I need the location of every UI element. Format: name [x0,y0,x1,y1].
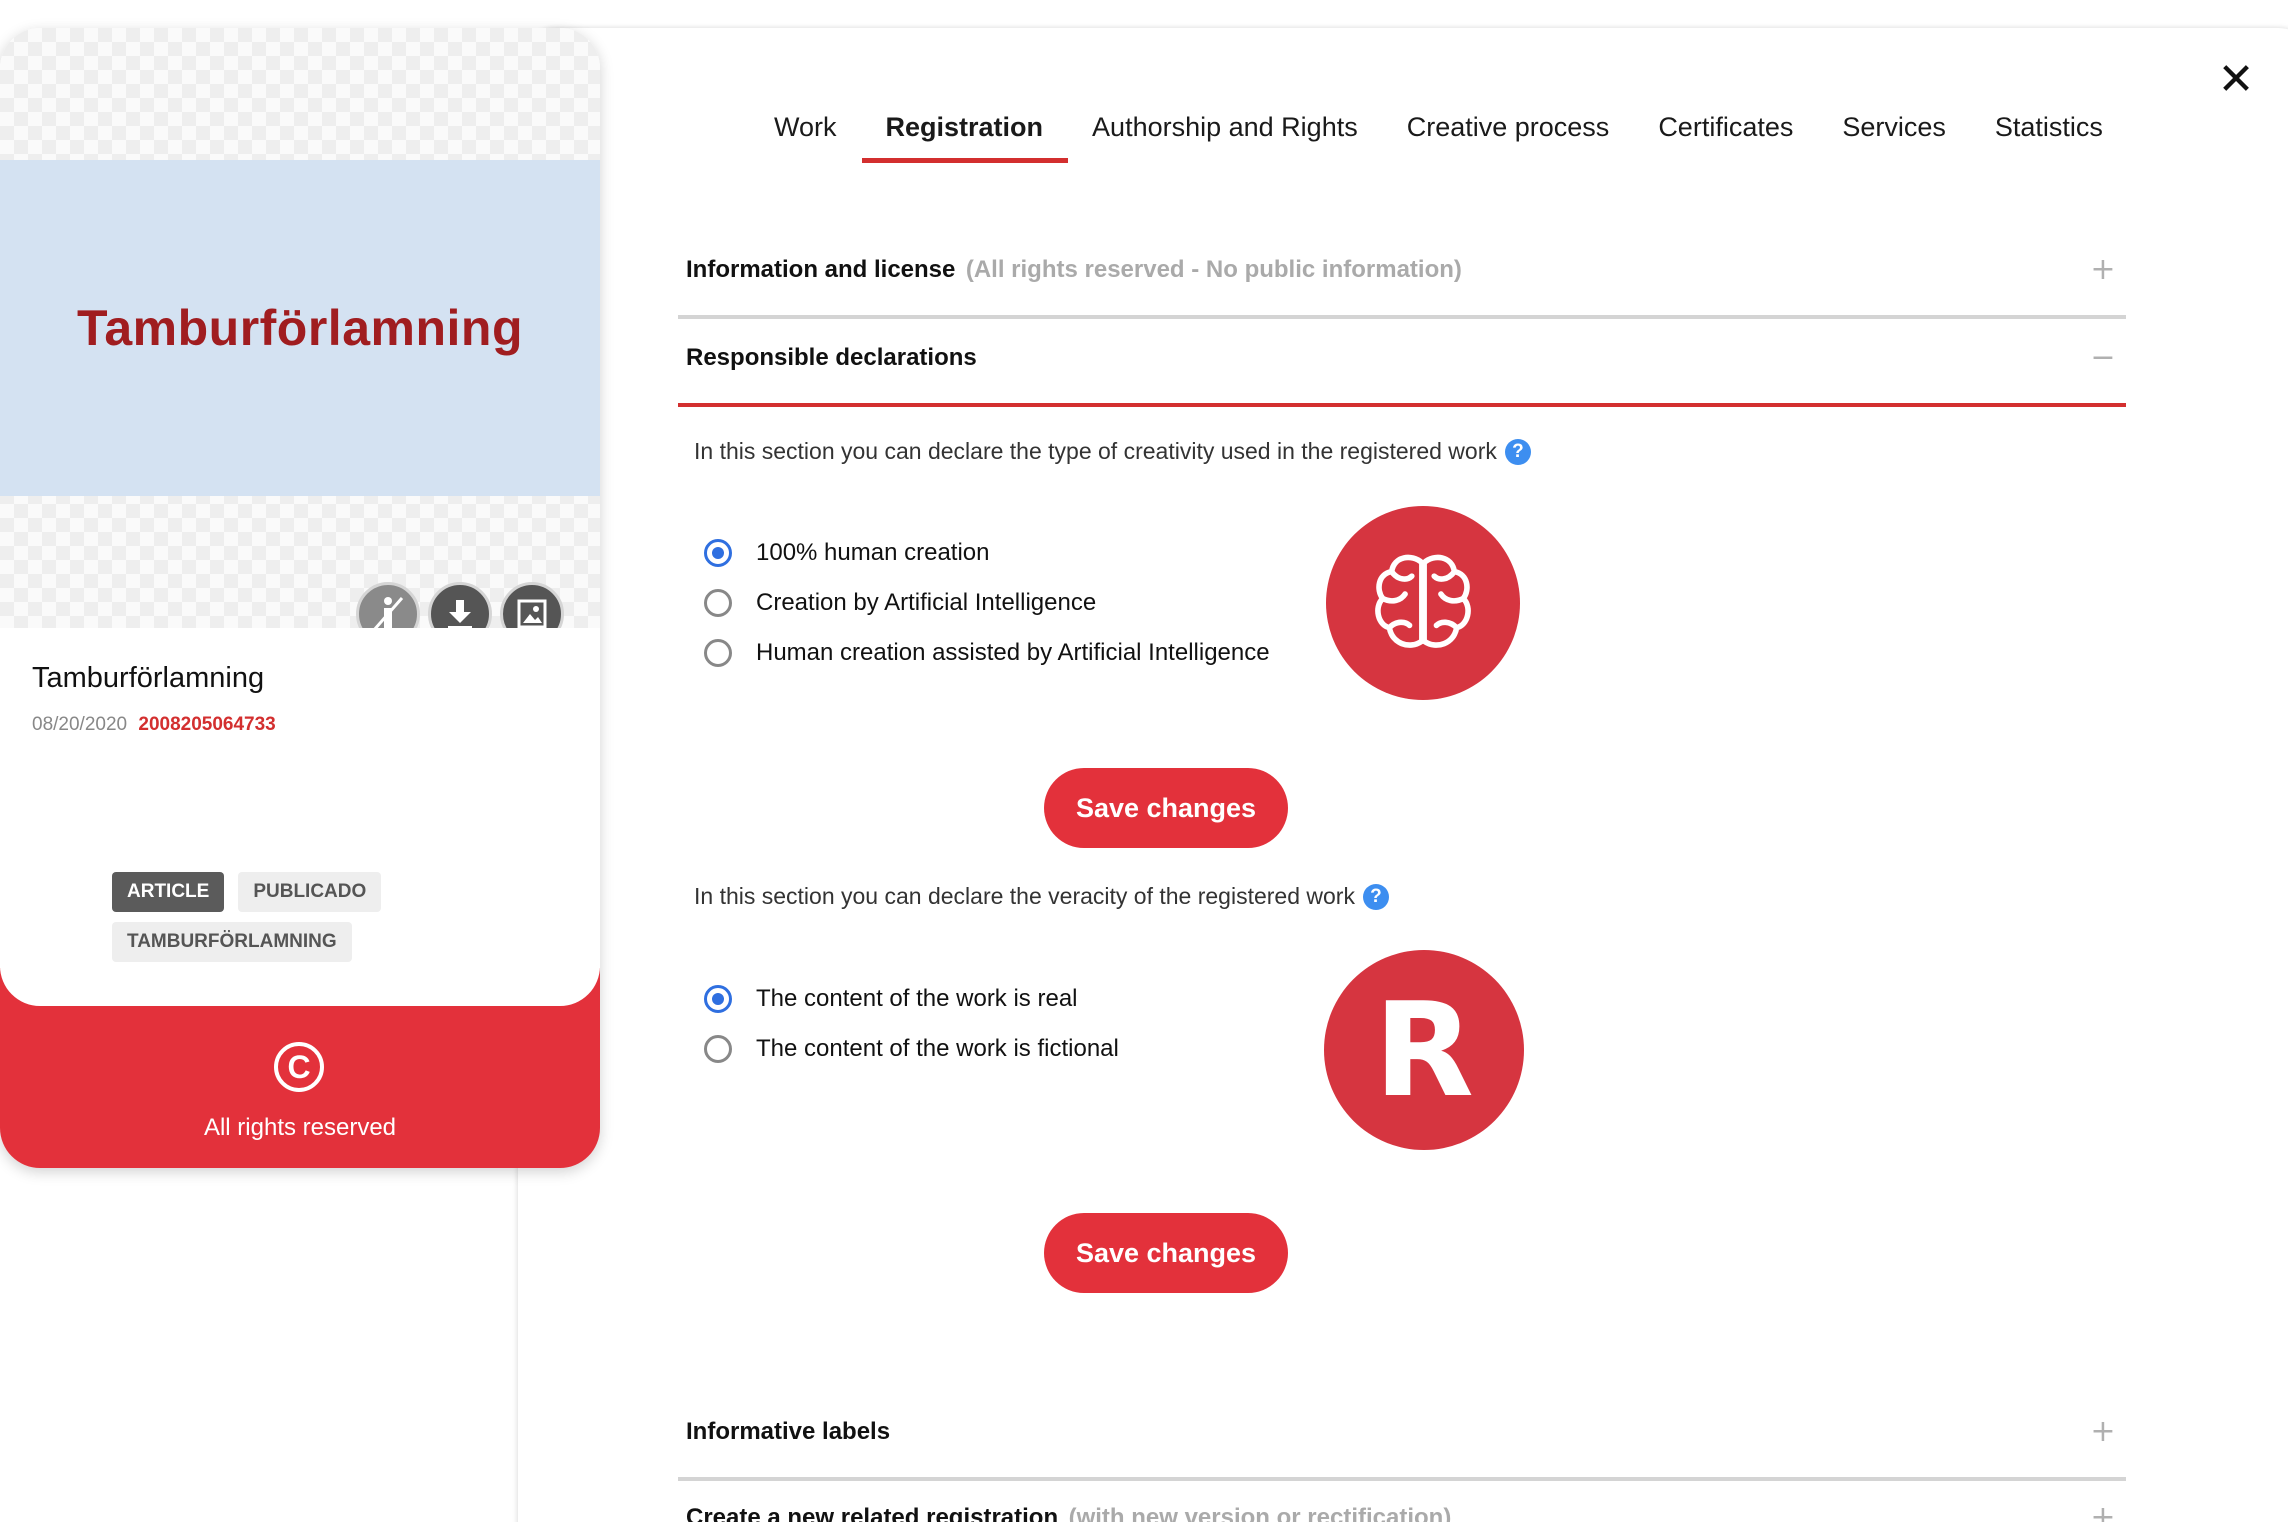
tab-statistics[interactable]: Statistics [1971,108,2128,161]
tab-authorship-and-rights[interactable]: Authorship and Rights [1068,108,1383,161]
radio-ai-creation[interactable]: Creation by Artificial Intelligence [704,578,1270,628]
brain-icon [1326,506,1520,700]
expand-icon[interactable]: + [2088,252,2118,287]
radio-button[interactable] [704,589,732,617]
work-date-line: 08/20/2020 2008205064733 [32,714,276,736]
veracity-intro-text: In this section you can declare the vera… [694,883,1355,909]
work-card-body: Tamburförlamning 08/20/2020 200820506473… [0,628,600,1006]
accordion-title: Responsible declarations [686,343,977,371]
accordion-subtitle: (All rights reserved - No public informa… [965,255,1462,283]
tab-registration[interactable]: Registration [861,108,1069,163]
tab-work[interactable]: Work [750,108,862,161]
creativity-radio-group: 100% human creation Creation by Artifici… [704,528,1270,678]
close-icon[interactable]: ✕ [2216,58,2256,102]
accordion-title: Create a new related registration [686,1503,1059,1522]
expand-icon[interactable]: + [2088,1414,2118,1449]
accordion-informative-labels: Informative labels + [678,1414,2126,1481]
veracity-letter: R [1373,974,1475,1126]
radio-label: Creation by Artificial Intelligence [756,589,1097,616]
work-card: Tamburförlamning Tamburförlamning 08/20/… [0,28,600,1168]
tag-list: ARTICLE PUBLICADO TAMBURFÖRLAMNING [112,872,412,962]
accordion-title: Information and license [686,255,956,283]
radio-label: Human creation assisted by Artificial In… [756,639,1270,666]
save-creativity-button[interactable]: Save changes [1044,768,1288,848]
tab-services[interactable]: Services [1818,108,1971,161]
tab-certificates[interactable]: Certificates [1634,108,1818,161]
radio-label: 100% human creation [756,539,990,566]
radio-human-creation[interactable]: 100% human creation [704,528,1270,578]
collapse-icon[interactable]: − [2088,340,2118,375]
accordion-related-registration: Create a new related registration (with … [678,1500,2126,1522]
tag-tamburforlamning[interactable]: TAMBURFÖRLAMNING [112,922,352,962]
save-veracity-button[interactable]: Save changes [1044,1213,1288,1293]
accordion-subtitle: (with new version or rectification) [1068,1503,1452,1522]
accordion-header-responsible[interactable]: Responsible declarations − [678,340,2126,375]
work-title: Tamburförlamning [32,662,265,694]
tab-bar: Work Registration Authorship and Rights … [750,108,2128,163]
veracity-radio-group: The content of the work is real The cont… [704,974,1119,1074]
accordion-header-information-license[interactable]: Information and license (All rights rese… [678,252,2126,287]
help-icon[interactable]: ? [1504,438,1531,465]
tag-article[interactable]: ARTICLE [112,872,225,912]
brain-icon-svg [1375,554,1471,648]
tab-creative-process[interactable]: Creative process [1383,108,1635,161]
radio-label: The content of the work is fictional [756,1035,1119,1062]
banner-text: Tamburförlamning [77,300,523,356]
work-preview: Tamburförlamning [0,28,600,646]
radio-button[interactable] [704,639,732,667]
divider [678,1477,2126,1481]
registry-id[interactable]: 2008205064733 [138,714,275,735]
veracity-r-icon: R [1324,950,1524,1150]
copyright-icon: C [274,1042,324,1092]
accordion-title: Informative labels [686,1417,891,1445]
divider [678,315,2126,319]
expand-icon[interactable]: + [2088,1500,2118,1522]
work-preview-image: Tamburförlamning [0,160,600,496]
rights-label: All rights reserved [203,1114,397,1141]
radio-label: The content of the work is real [756,985,1078,1012]
radio-button[interactable] [704,1035,732,1063]
radio-button-checked[interactable] [704,539,732,567]
accordion-header-informative[interactable]: Informative labels + [678,1414,2126,1449]
work-date: 08/20/2020 [32,714,128,735]
creativity-intro-text: In this section you can declare the type… [694,438,1497,464]
tag-publicado[interactable]: PUBLICADO [238,872,382,912]
divider-active [678,403,2126,407]
accordion-responsible-declarations: Responsible declarations − [678,340,2126,407]
radio-button-checked[interactable] [704,985,732,1013]
radio-content-fictional[interactable]: The content of the work is fictional [704,1024,1119,1074]
radio-content-real[interactable]: The content of the work is real [704,974,1119,1024]
accordion-header-related[interactable]: Create a new related registration (with … [678,1500,2126,1522]
creativity-intro: In this section you can declare the type… [694,438,1531,465]
radio-ai-assisted[interactable]: Human creation assisted by Artificial In… [704,628,1270,678]
help-icon[interactable]: ? [1362,883,1389,910]
veracity-intro: In this section you can declare the vera… [694,883,1389,910]
accordion-information-license: Information and license (All rights rese… [678,252,2126,319]
